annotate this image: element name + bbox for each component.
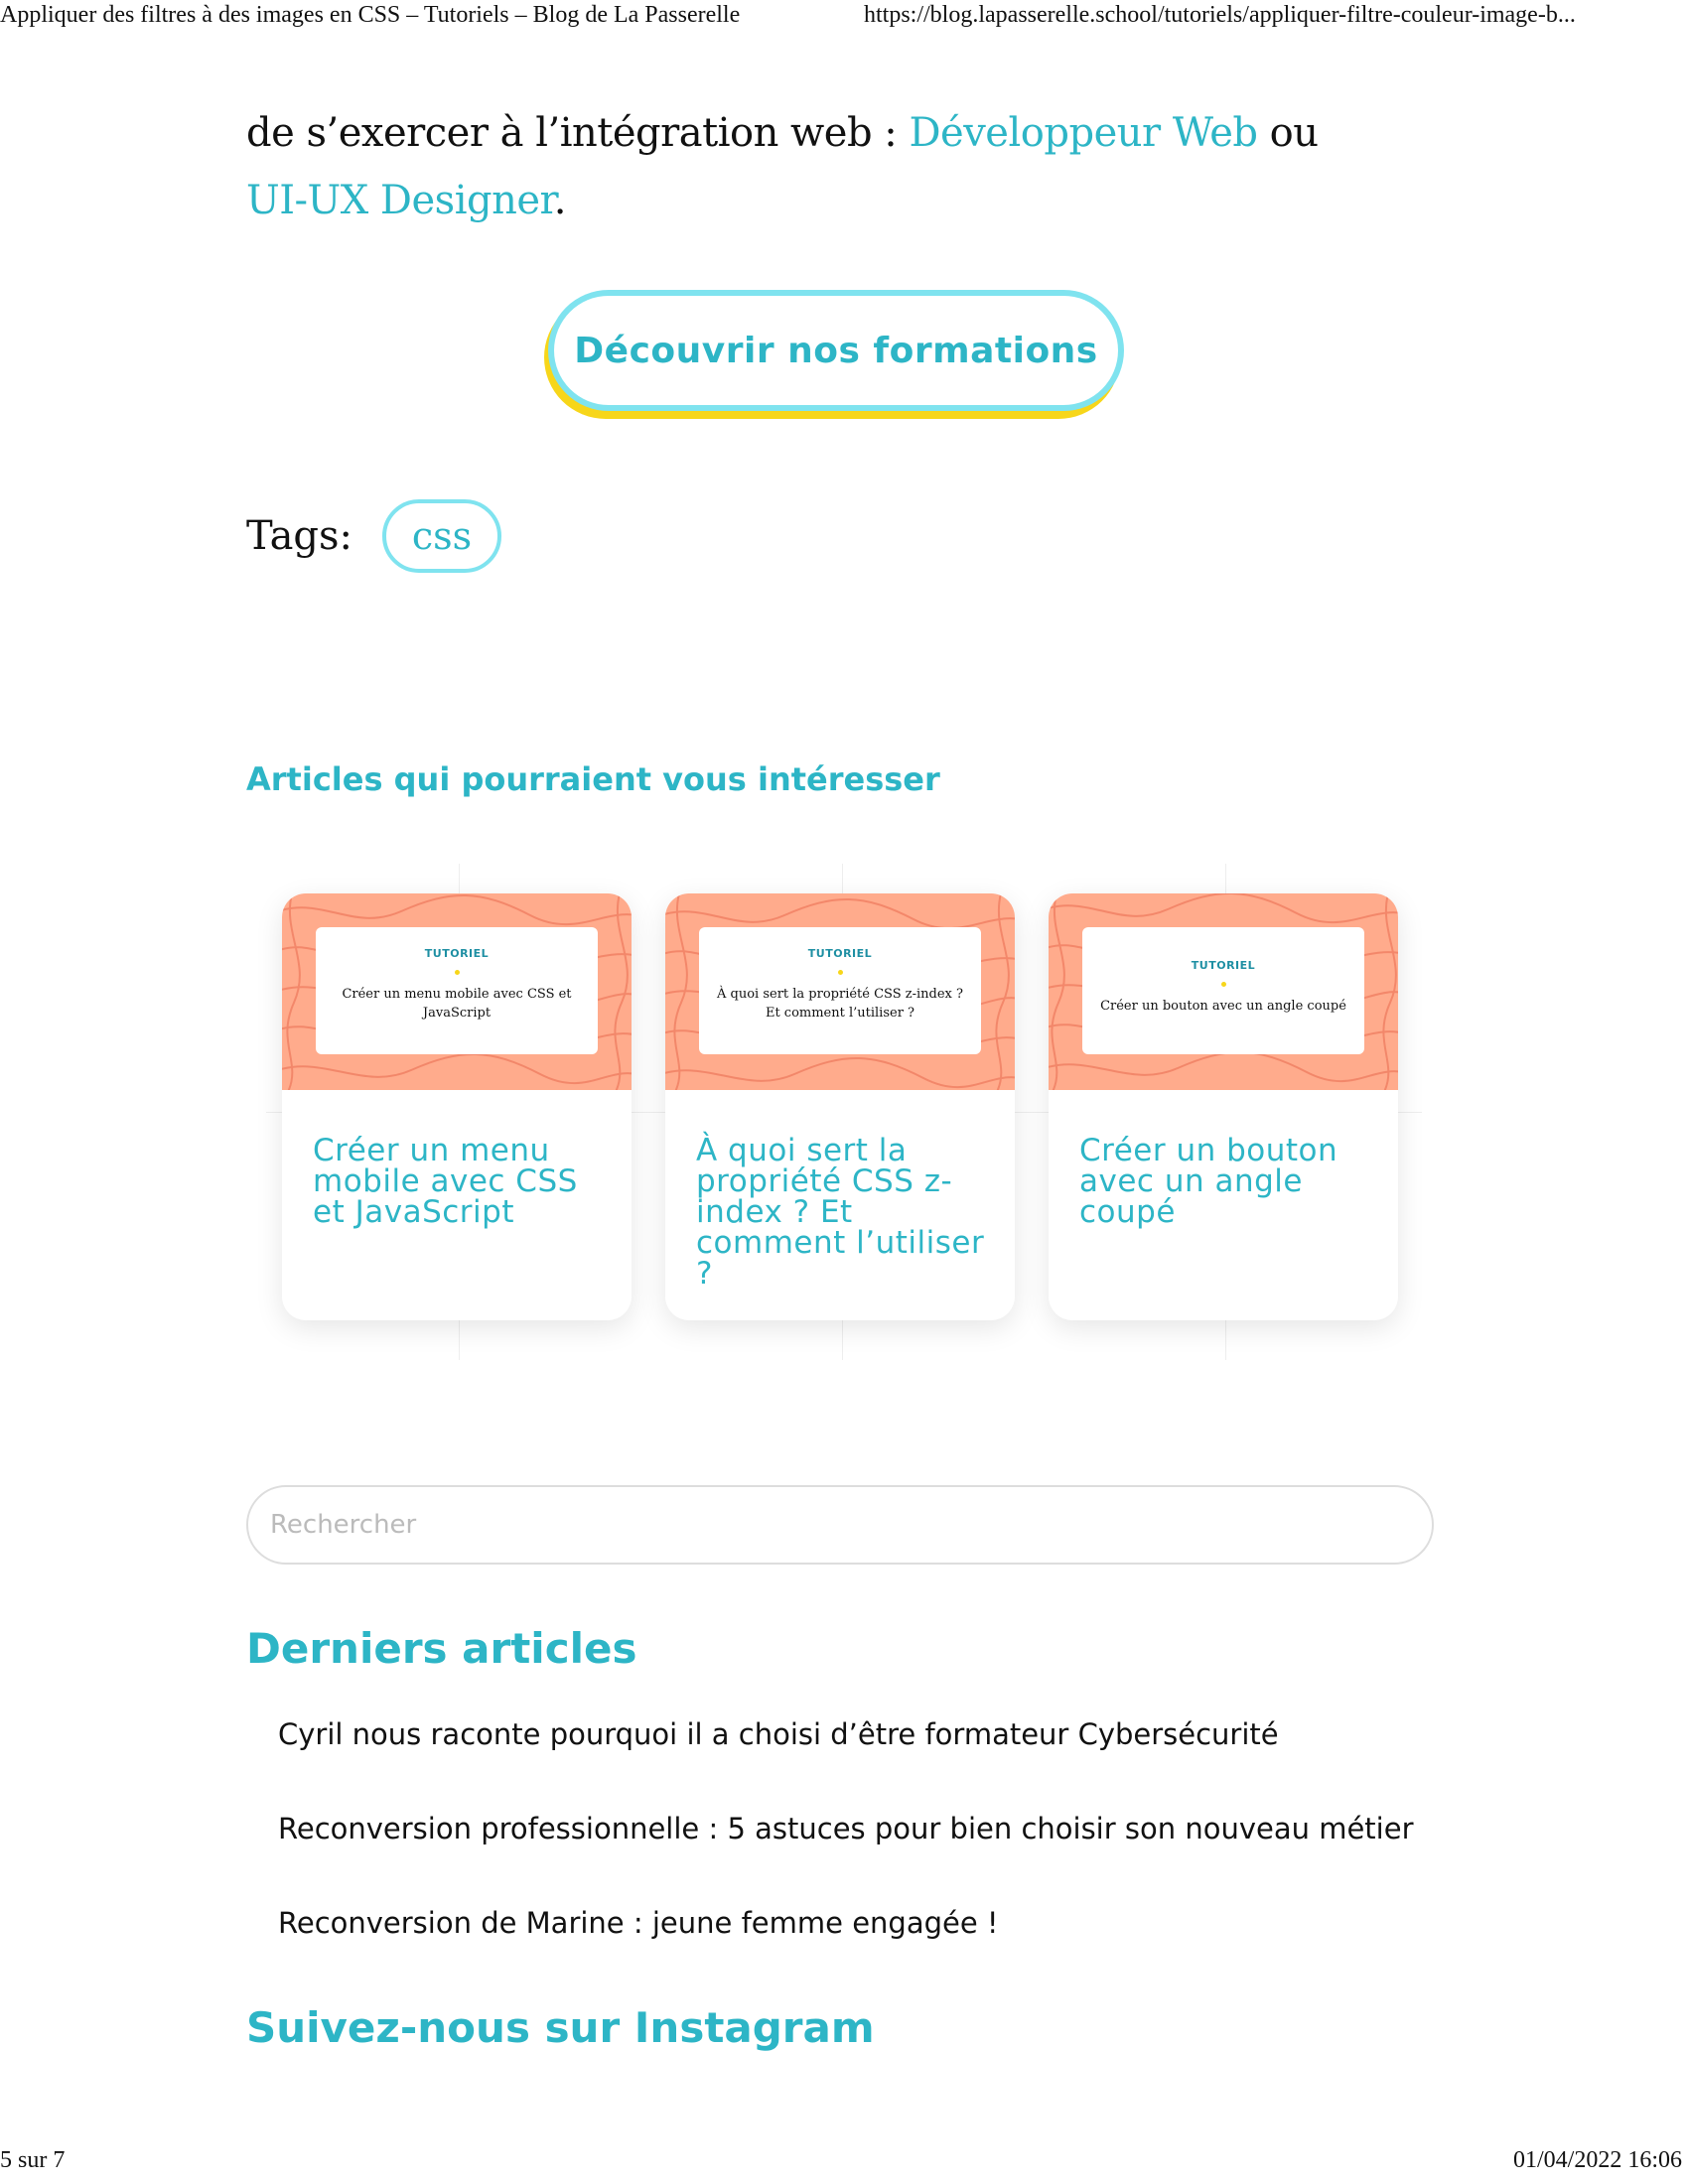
- article-card[interactable]: TUTORIEL À quoi sert la propriété CSS z-…: [665, 893, 1015, 1320]
- card-title[interactable]: À quoi sert la propriété CSS z-index ? E…: [665, 1090, 1015, 1290]
- search-input[interactable]: [246, 1485, 1434, 1565]
- intro-text-middle: ou: [1257, 110, 1319, 156]
- intro-paragraph: de s’exercer à l’intégration web : Dével…: [246, 99, 1338, 234]
- latest-article-link[interactable]: Reconversion professionnelle : 5 astuces…: [278, 1812, 1414, 1845]
- link-ui-ux-designer[interactable]: UI-UX Designer: [246, 178, 554, 223]
- card-thumbnail-kicker: TUTORIEL: [1191, 959, 1256, 972]
- list-item: Reconversion professionnelle : 5 astuces…: [278, 1812, 1414, 1906]
- tag-css[interactable]: css: [382, 499, 502, 573]
- intro-text-before: de s’exercer à l’intégration web :: [246, 110, 910, 156]
- print-footer-datetime: 01/04/2022 16:06: [1512, 2147, 1682, 2173]
- card-title[interactable]: Créer un menu mobile avec CSS et JavaScr…: [282, 1090, 632, 1228]
- card-thumbnail-kicker: TUTORIEL: [424, 947, 490, 960]
- print-header-title: Appliquer des filtres à des images en CS…: [0, 2, 741, 28]
- list-item: Cyril nous raconte pourquoi il a choisi …: [278, 1717, 1414, 1812]
- tags-row: Tags: css: [246, 496, 502, 576]
- card-thumbnail: TUTORIEL Créer un menu mobile avec CSS e…: [282, 893, 632, 1090]
- intro-text-after: .: [553, 178, 567, 223]
- card-thumbnail: TUTORIEL À quoi sert la propriété CSS z-…: [665, 893, 1015, 1090]
- print-footer: 5 sur 7 01/04/2022 16:06: [0, 2147, 1688, 2183]
- print-header: Appliquer des filtres à des images en CS…: [0, 2, 1688, 38]
- yellow-dot-icon: [454, 970, 460, 975]
- latest-article-link[interactable]: Reconversion de Marine : jeune femme eng…: [278, 1906, 999, 1940]
- card-title[interactable]: Créer un bouton avec un angle coupé: [1049, 1090, 1398, 1228]
- related-articles-heading: Articles qui pourraient vous intéresser: [246, 760, 940, 798]
- list-item: Reconversion de Marine : jeune femme eng…: [278, 1906, 1414, 2000]
- card-thumbnail-frame: TUTORIEL À quoi sert la propriété CSS z-…: [699, 927, 981, 1054]
- article-card[interactable]: TUTORIEL Créer un menu mobile avec CSS e…: [282, 893, 632, 1320]
- discover-trainings-label: Découvrir nos formations: [554, 296, 1118, 405]
- print-header-url: https://blog.lapasserelle.school/tutorie…: [864, 2, 1576, 28]
- card-thumbnail-title: Créer un bouton avec un angle coupé: [1100, 999, 1346, 1014]
- latest-article-link[interactable]: Cyril nous raconte pourquoi il a choisi …: [278, 1717, 1279, 1751]
- discover-trainings-button[interactable]: Découvrir nos formations: [548, 290, 1124, 411]
- card-thumbnail-kicker: TUTORIEL: [807, 947, 873, 960]
- card-thumbnail-title: À quoi sert la propriété CSS z-index ? E…: [717, 987, 963, 1021]
- yellow-dot-icon: [837, 970, 843, 975]
- card-thumbnail-frame: TUTORIEL Créer un bouton avec un angle c…: [1082, 927, 1364, 1054]
- card-thumbnail: TUTORIEL Créer un bouton avec un angle c…: [1049, 893, 1398, 1090]
- card-thumbnail-title: Créer un menu mobile avec CSS et JavaScr…: [342, 987, 572, 1021]
- latest-articles-list: Cyril nous raconte pourquoi il a choisi …: [278, 1717, 1414, 2000]
- article-card[interactable]: TUTORIEL Créer un bouton avec un angle c…: [1049, 893, 1398, 1320]
- yellow-dot-icon: [1220, 982, 1226, 987]
- latest-articles-heading: Derniers articles: [246, 1624, 637, 1673]
- tags-label: Tags:: [246, 513, 353, 559]
- card-thumbnail-frame: TUTORIEL Créer un menu mobile avec CSS e…: [316, 927, 598, 1054]
- cta-wrapper: Découvrir nos formations: [544, 290, 1128, 419]
- link-developpeur-web[interactable]: Développeur Web: [909, 110, 1258, 156]
- instagram-heading: Suivez-nous sur Instagram: [246, 2003, 875, 2052]
- print-footer-page: 5 sur 7: [0, 2147, 66, 2173]
